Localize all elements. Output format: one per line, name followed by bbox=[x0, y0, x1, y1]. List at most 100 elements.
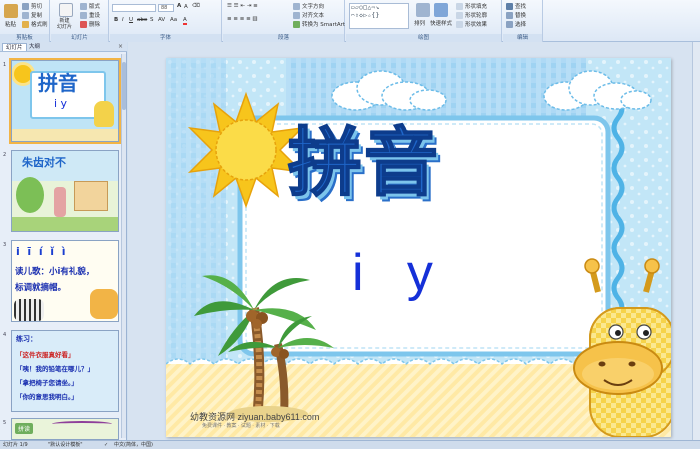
format-painter-label: 格式刷 bbox=[31, 22, 48, 28]
font-name-field[interactable] bbox=[112, 4, 156, 12]
outline-icon bbox=[456, 12, 463, 19]
paragraph-group: ☰ ☰ ⇤ ⇥ ≡ ≡ ≡ ≡ ≡ ▥ 文字方向 对齐文本 转换为 SmartA… bbox=[223, 0, 345, 42]
bullets-button[interactable]: ☰ ☰ ⇤ ⇥ ≡ bbox=[227, 3, 258, 9]
align-buttons[interactable]: ≡ ≡ ≡ ≡ ▥ bbox=[227, 16, 258, 22]
align-text-icon bbox=[293, 12, 300, 19]
close-icon[interactable]: × bbox=[118, 43, 123, 50]
thumb-subtitle: i y bbox=[54, 97, 68, 110]
panel-scroll-thumb[interactable] bbox=[122, 62, 126, 110]
spacing-button[interactable]: AV bbox=[158, 17, 165, 23]
slide-thumbnail-3[interactable]: i ī í ǐ ì 读儿歌：小i有礼貌， 标调就摘帽。 bbox=[11, 240, 119, 322]
spellcheck-icon[interactable]: ✓ bbox=[104, 441, 108, 449]
drawing-group-label: 绘图 bbox=[346, 34, 501, 42]
plaid-band bbox=[286, 58, 586, 118]
thumb-label-badge: 拼读 bbox=[15, 423, 34, 434]
copy-button[interactable]: 复制 bbox=[22, 11, 42, 19]
underline-button[interactable]: U bbox=[129, 17, 133, 23]
thumb-rhyme-line2: 标调就摘帽。 bbox=[15, 283, 67, 293]
shape-outline-label: 形状轮廓 bbox=[465, 13, 488, 19]
slide-number: 4 bbox=[3, 332, 7, 338]
cut-label: 剪切 bbox=[31, 4, 43, 10]
cut-button[interactable]: 剪切 bbox=[22, 2, 42, 10]
tab-outline[interactable]: 大纲 bbox=[26, 43, 43, 51]
find-label: 查找 bbox=[515, 4, 527, 10]
clear-format-button[interactable]: ⌫ bbox=[192, 3, 200, 9]
align-text-label: 对齐文本 bbox=[302, 13, 325, 19]
layout-icon bbox=[80, 3, 87, 10]
shape-fill-button[interactable]: 形状填充 bbox=[456, 2, 487, 10]
copy-label: 复制 bbox=[31, 13, 43, 19]
slide-letters[interactable]: i y bbox=[352, 242, 433, 304]
text-direction-label: 文字方向 bbox=[302, 4, 325, 10]
strikethrough-button[interactable]: abe bbox=[137, 17, 147, 23]
thumb-title: 拼音 bbox=[38, 71, 78, 95]
bold-button[interactable]: B bbox=[114, 17, 118, 23]
slide-thumbnail-5[interactable]: 拼读 bbox=[11, 418, 119, 440]
main-slide[interactable]: 拼音 i y 幼教资源网 ziyuan.baby611.com 免费课件 · 教… bbox=[166, 58, 671, 437]
thumb-rhyme-line1: 读儿歌：小i有礼貌， bbox=[15, 267, 95, 277]
slide-edit-area: 拼音 i y 幼教资源网 ziyuan.baby611.com 免费课件 · 教… bbox=[128, 42, 700, 440]
editing-group-label: 编辑 bbox=[503, 34, 542, 42]
select-button[interactable]: 选择 bbox=[506, 20, 526, 28]
paste-button[interactable]: 粘贴 bbox=[5, 20, 16, 28]
change-case-button[interactable]: Aa bbox=[170, 17, 177, 23]
slide-thumbnail-4[interactable]: 练习： 「这件衣服真好看」 「咦！我的铅笔在哪儿？」 「拿把椅子您请坐。」 「你… bbox=[11, 330, 119, 412]
thumb-tiger-icon bbox=[90, 289, 118, 319]
align-text-button[interactable]: 对齐文本 bbox=[293, 11, 324, 19]
panel-tabs: 幻灯片 大纲 × bbox=[0, 42, 127, 52]
language[interactable]: 中文(简体，中国) bbox=[114, 441, 153, 449]
slide-number: 1 bbox=[3, 62, 7, 68]
layout-button[interactable]: 版式 bbox=[80, 2, 100, 10]
arrange-button[interactable]: 排列 bbox=[414, 19, 425, 27]
shape-fill-label: 形状填充 bbox=[465, 4, 488, 10]
italic-button[interactable]: I bbox=[122, 17, 124, 23]
new-slide-icon[interactable] bbox=[59, 3, 73, 17]
thumb-giraffe-icon bbox=[94, 101, 114, 127]
font-color-button[interactable]: A bbox=[183, 17, 187, 25]
replace-label: 替换 bbox=[515, 13, 527, 19]
delete-button[interactable]: 删除 bbox=[80, 20, 100, 28]
grow-font-button[interactable]: A bbox=[177, 3, 181, 9]
font-group-label: 字体 bbox=[110, 34, 221, 42]
arrange-icon[interactable] bbox=[416, 3, 430, 17]
slide-thumbnail-2[interactable]: 朱齿对不 bbox=[11, 150, 119, 232]
panel-scrollbar[interactable] bbox=[121, 54, 126, 438]
quick-styles-button[interactable]: 快速样式 bbox=[430, 19, 452, 27]
select-label: 选择 bbox=[515, 22, 527, 28]
text-direction-button[interactable]: 文字方向 bbox=[293, 2, 324, 10]
clipboard-group: 粘贴 剪切 复制 格式刷 剪贴板 bbox=[0, 0, 50, 42]
smartart-label: 转换为 SmartArt bbox=[302, 22, 346, 28]
copy-icon bbox=[22, 12, 29, 19]
edit-scrollbar[interactable] bbox=[692, 42, 700, 440]
quick-styles-icon[interactable] bbox=[434, 3, 448, 17]
scissors-icon bbox=[22, 3, 29, 10]
paste-icon[interactable] bbox=[4, 4, 18, 18]
find-button[interactable]: 查找 bbox=[506, 2, 526, 10]
shadow-button[interactable]: S bbox=[150, 17, 154, 23]
tab-slides[interactable]: 幻灯片 bbox=[2, 43, 27, 51]
brush-icon bbox=[22, 21, 29, 28]
reset-button[interactable]: 重设 bbox=[80, 11, 100, 19]
new-slide-button[interactable]: 新建 幻灯片 bbox=[57, 18, 72, 30]
thumb-grass bbox=[12, 217, 118, 231]
delete-icon bbox=[80, 21, 87, 28]
shape-effects-button[interactable]: 形状效果 bbox=[456, 20, 487, 28]
text-direction-icon bbox=[293, 3, 300, 10]
slide-title[interactable]: 拼音 bbox=[287, 118, 440, 208]
shape-outline-button[interactable]: 形状轮廓 bbox=[456, 11, 487, 19]
replace-button[interactable]: 替换 bbox=[506, 11, 526, 19]
format-painter-button[interactable]: 格式刷 bbox=[22, 20, 48, 28]
slide-number: 5 bbox=[3, 420, 7, 426]
shapes-gallery[interactable]: ▭▱○□△⇨↘ ⌒⇧◇▷☆{} bbox=[349, 3, 409, 29]
slide-position: 幻灯片 1/9 bbox=[3, 442, 28, 448]
slide-thumbnail-1[interactable]: 拼音 i y bbox=[9, 58, 121, 144]
thumb-exercise-line: 「你的意思我明白。」 bbox=[16, 393, 78, 401]
binoculars-icon bbox=[506, 3, 513, 10]
shrink-font-button[interactable]: A bbox=[184, 4, 188, 10]
font-size-field[interactable]: 88 bbox=[158, 4, 174, 12]
font-group: 88 A A ⌫ B I U abe S AV Aa A 字体 bbox=[110, 0, 222, 42]
fill-icon bbox=[456, 3, 463, 10]
thumb-title: 朱齿对不 bbox=[22, 156, 66, 169]
slides-panel: 幻灯片 大纲 × 1 拼音 i y 2 朱齿对不 3 i ī í ǐ ì 读儿歌… bbox=[0, 42, 127, 440]
smartart-button[interactable]: 转换为 SmartArt bbox=[293, 20, 345, 28]
